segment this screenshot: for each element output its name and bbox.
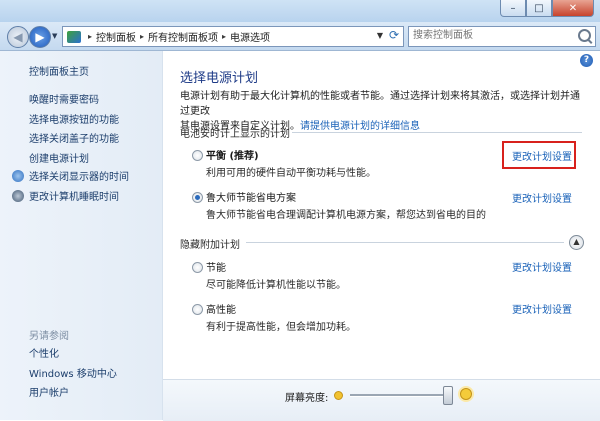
description-line: 电源计划有助于最大化计算机的性能或者节能。通过选择计划来将其激活，或选择计划并通…: [180, 91, 580, 117]
plan-details-link[interactable]: 请提供电源计划的详细信息: [300, 121, 420, 132]
sidebar-link-wake-password[interactable]: 唤醒时需要密码: [29, 91, 119, 111]
section-divider: [246, 242, 564, 243]
sidebar-link-label: 更改计算机睡眠时间: [29, 192, 119, 203]
bright-sun-icon: [460, 388, 472, 400]
chevron-right-icon[interactable]: ▸: [140, 32, 144, 41]
sidebar-link-sleep-time[interactable]: 更改计算机睡眠时间: [12, 188, 119, 203]
chevron-right-icon[interactable]: ▸: [88, 32, 92, 41]
sidebar-link-display-off[interactable]: 选择关闭显示器的时间: [12, 168, 129, 183]
section-divider: [292, 132, 582, 133]
search-box[interactable]: [408, 26, 596, 47]
chevron-right-icon[interactable]: ▸: [222, 32, 226, 41]
plan-radio-balanced[interactable]: [192, 150, 203, 161]
recent-pages-dropdown-icon[interactable]: ▼: [52, 32, 57, 40]
minimize-button[interactable]: –: [500, 0, 526, 17]
see-also-heading: 另请参阅: [29, 331, 69, 342]
change-plan-settings-high-performance[interactable]: 更改计划设置: [512, 301, 572, 316]
change-plan-settings-ludashi[interactable]: 更改计划设置: [512, 190, 572, 205]
brightness-slider-thumb[interactable]: [443, 386, 453, 405]
breadcrumb-control-panel[interactable]: 控制面板: [96, 29, 136, 44]
breadcrumb-power-options[interactable]: 电源选项: [230, 29, 270, 44]
address-bar[interactable]: ▸ 控制面板 ▸ 所有控制面板项 ▸ 电源选项 ▼ ⟳: [62, 26, 404, 47]
sidebar-links: 唤醒时需要密码 选择电源按钮的功能 选择关闭盖子的功能 创建电源计划: [29, 91, 119, 169]
plan-desc-power-saver: 尽可能降低计算机性能以节能。: [206, 280, 346, 291]
address-dropdown-icon[interactable]: ▼: [377, 31, 383, 40]
maximize-button[interactable]: □: [526, 0, 552, 17]
brightness-slider-track[interactable]: [350, 394, 450, 397]
moon-sleep-icon: [12, 190, 24, 202]
see-also-user-accounts[interactable]: 用户帐户: [29, 384, 117, 404]
change-plan-settings-power-saver[interactable]: 更改计划设置: [512, 259, 572, 274]
refresh-icon[interactable]: ⟳: [389, 28, 399, 42]
search-icon[interactable]: [578, 29, 591, 42]
caption-buttons: – □ ✕: [500, 0, 594, 17]
plan-desc-high-performance: 有利于提高性能，但会增加功耗。: [206, 322, 356, 333]
forward-arrow-icon[interactable]: ▶: [29, 26, 51, 48]
power-options-window: – □ ✕ ◀ ▶ ▼ ▸ 控制面板 ▸ 所有控制面板项 ▸ 电源选项 ▼ ⟳ …: [0, 0, 600, 421]
sidebar-link-control-panel-home[interactable]: 控制面板主页: [29, 63, 89, 78]
brightness-bar: [163, 379, 600, 421]
highlight-annotation: [502, 141, 576, 169]
see-also-personalization[interactable]: 个性化: [29, 345, 117, 365]
plan-radio-high-performance[interactable]: [192, 304, 203, 315]
help-icon[interactable]: ?: [580, 54, 593, 67]
dim-sun-icon: [334, 391, 343, 400]
plan-name-high-performance[interactable]: 高性能: [206, 301, 236, 316]
display-clock-icon: [12, 170, 24, 182]
title-bar: – □ ✕: [0, 0, 600, 22]
sidebar-link-label: 选择关闭显示器的时间: [29, 172, 129, 183]
plan-name-balanced[interactable]: 平衡 (推荐): [206, 147, 259, 162]
plan-name-ludashi[interactable]: 鲁大师节能省电方案: [206, 189, 296, 204]
collapse-chevron-up-icon[interactable]: ▲: [569, 235, 584, 250]
section-shown-plans: 电池安时计上显示的计划: [180, 129, 290, 140]
sidebar-link-lid-close[interactable]: 选择关闭盖子的功能: [29, 130, 119, 150]
brightness-label: 屏幕亮度:: [285, 393, 329, 404]
see-also-links: 个性化 Windows 移动中心 用户帐户: [29, 345, 117, 404]
section-hidden-plans: 隐藏附加计划: [180, 240, 240, 251]
page-title: 选择电源计划: [180, 71, 259, 86]
plan-radio-ludashi[interactable]: [192, 192, 203, 203]
sidebar-link-create-plan[interactable]: 创建电源计划: [29, 150, 119, 170]
address-row: ◀ ▶ ▼ ▸ 控制面板 ▸ 所有控制面板项 ▸ 电源选项 ▼ ⟳: [0, 22, 600, 51]
see-also-mobility-center[interactable]: Windows 移动中心: [29, 365, 117, 385]
back-arrow-icon[interactable]: ◀: [7, 26, 29, 48]
close-button[interactable]: ✕: [552, 0, 594, 17]
plan-name-power-saver[interactable]: 节能: [206, 259, 226, 274]
search-input[interactable]: [409, 27, 567, 44]
sidebar-link-power-button[interactable]: 选择电源按钮的功能: [29, 111, 119, 131]
task-pane: 控制面板主页 唤醒时需要密码 选择电源按钮的功能 选择关闭盖子的功能 创建电源计…: [0, 51, 163, 420]
plan-radio-power-saver[interactable]: [192, 262, 203, 273]
control-panel-icon: [67, 30, 81, 43]
breadcrumb-all-items[interactable]: 所有控制面板项: [148, 29, 218, 44]
plan-desc-ludashi: 鲁大师节能省电合理调配计算机电源方案，帮您达到省电的目的: [206, 210, 486, 221]
plan-desc-balanced: 利用可用的硬件自动平衡功耗与性能。: [206, 168, 376, 179]
